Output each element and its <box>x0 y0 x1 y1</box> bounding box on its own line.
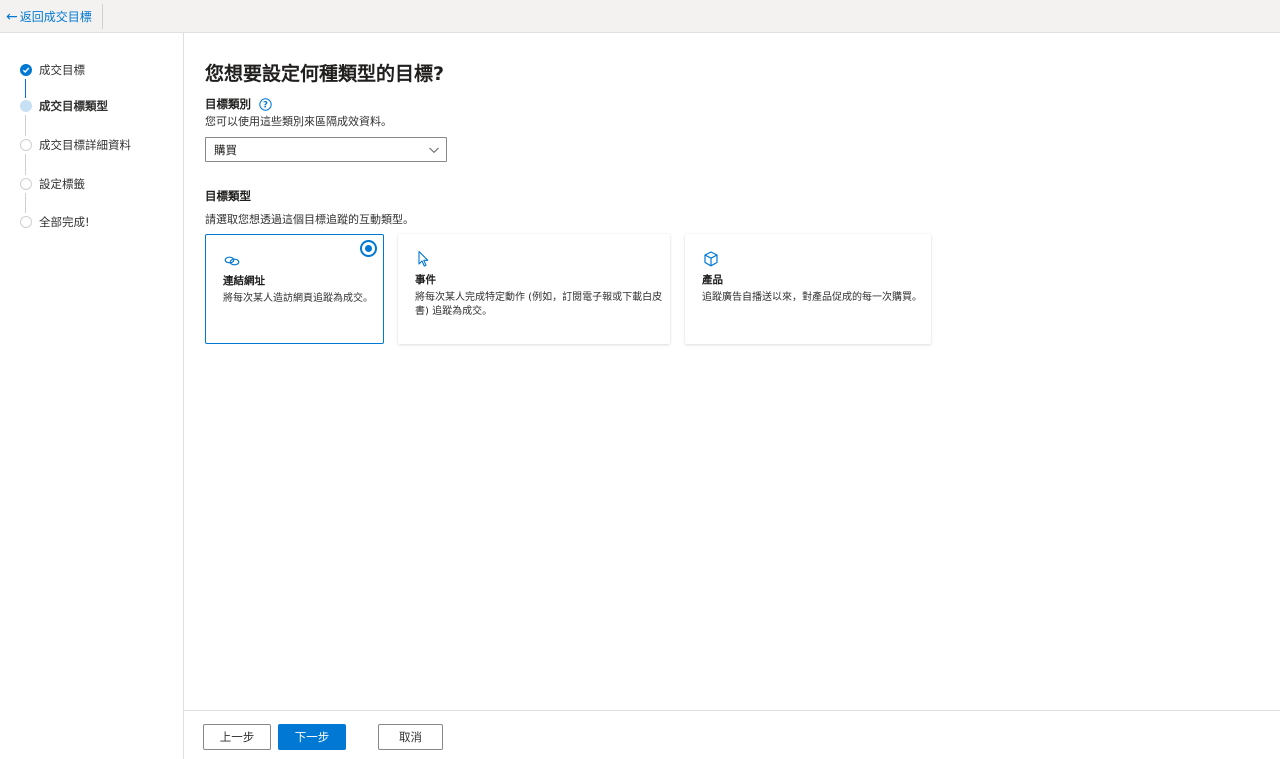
cube-icon <box>704 251 718 267</box>
arrow-left-icon: ← <box>6 8 18 25</box>
step-label: 成交目標詳細資料 <box>39 138 131 152</box>
goal-type-card-url[interactable]: 連結網址 將每次某人造訪網頁追蹤為成交。 <box>205 234 384 344</box>
step-connector <box>25 193 26 213</box>
card-description: 追蹤廣告自播送以來，對產品促成的每一次購買。 <box>702 291 922 305</box>
goal-type-description: 請選取您想透過這個目標追蹤的互動類型。 <box>205 213 414 226</box>
card-description-line: 將每次某人完成特定動作 (例如，訂閱電子報或下載白皮 <box>415 292 663 303</box>
topbar-divider <box>102 4 103 29</box>
goal-type-card-event[interactable]: 事件 將每次某人完成特定動作 (例如，訂閱電子報或下載白皮 書) 追蹤為成交。 <box>398 234 670 344</box>
step-label: 成交目標類型 <box>39 99 108 113</box>
step-connector <box>25 115 26 136</box>
next-button[interactable]: 下一步 <box>278 724 346 750</box>
step-label: 成交目標 <box>39 63 85 77</box>
cursor-icon <box>418 250 429 267</box>
check-icon <box>20 64 32 76</box>
help-icon[interactable]: ? <box>259 97 272 111</box>
top-bar: ← 返回成交目標 <box>0 0 1280 33</box>
cancel-button[interactable]: 取消 <box>378 724 443 750</box>
step-label: 設定標籤 <box>39 177 85 191</box>
card-description: 將每次某人完成特定動作 (例如，訂閱電子報或下載白皮 書) 追蹤為成交。 <box>415 291 662 319</box>
back-link-label: 返回成交目標 <box>19 10 92 24</box>
goal-category-label: 目標類別 ? <box>205 96 272 112</box>
page-title: 您想要設定何種類型的目標? <box>205 63 445 85</box>
step-all-done[interactable]: 全部完成! <box>20 212 90 232</box>
svg-text:?: ? <box>263 100 268 110</box>
goal-category-label-text: 目標類別 <box>205 97 251 111</box>
step-set-tag[interactable]: 設定標籤 <box>20 174 85 194</box>
dropdown-value: 購買 <box>214 142 237 157</box>
card-title: 產品 <box>702 274 723 286</box>
step-label: 全部完成! <box>39 215 90 229</box>
card-title: 連結網址 <box>223 275 265 287</box>
back-to-goals-link[interactable]: ← 返回成交目標 <box>6 0 102 33</box>
goal-category-description: 您可以使用這些類別來區隔成效資料。 <box>205 115 392 128</box>
goal-category-dropdown[interactable]: 購買 <box>205 137 447 162</box>
wizard-steps: 成交目標 成交目標類型 成交目標詳細資料 設定標籤 全部完成! <box>0 33 184 759</box>
link-icon <box>224 256 240 266</box>
previous-button[interactable]: 上一步 <box>203 724 271 750</box>
card-title: 事件 <box>415 274 436 286</box>
card-description-line: 書) 追蹤為成交。 <box>415 306 493 317</box>
chevron-down-icon <box>429 147 439 153</box>
step-connector <box>25 154 26 175</box>
step-goal[interactable]: 成交目標 <box>20 60 85 80</box>
goal-type-card-product[interactable]: 產品 追蹤廣告自播送以來，對產品促成的每一次購買。 <box>685 234 931 344</box>
card-description-line: 追蹤廣告自播送以來，對產品促成的每一次購買。 <box>702 292 922 303</box>
card-description: 將每次某人造訪網頁追蹤為成交。 <box>223 292 373 306</box>
step-goal-details[interactable]: 成交目標詳細資料 <box>20 135 131 155</box>
selected-radio-icon[interactable] <box>360 240 377 257</box>
pending-step-icon <box>20 178 32 190</box>
pending-step-icon <box>20 216 32 228</box>
current-step-icon <box>20 100 32 112</box>
goal-type-label: 目標類型 <box>205 189 251 203</box>
footer-bar: 上一步 下一步 取消 <box>184 710 1280 759</box>
card-description-line: 將每次某人造訪網頁追蹤為成交。 <box>223 293 373 304</box>
step-goal-type[interactable]: 成交目標類型 <box>20 96 108 116</box>
pending-step-icon <box>20 139 32 151</box>
